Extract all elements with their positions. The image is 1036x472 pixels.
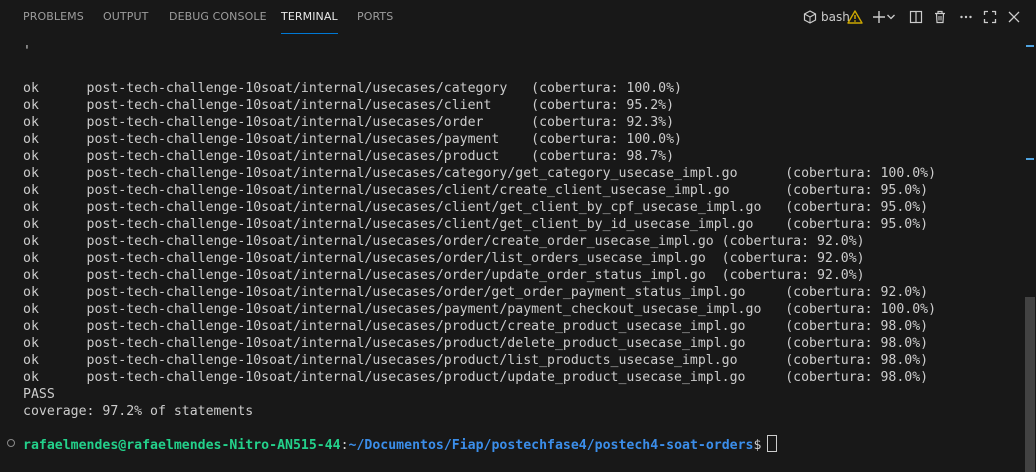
terminal-line: PASS bbox=[23, 387, 55, 402]
scrollbar-marker bbox=[1026, 158, 1034, 160]
terminal-line: ok post-tech-challenge-10soat/internal/u… bbox=[23, 115, 675, 130]
terminal-line: coverage: 97.2% of statements bbox=[23, 404, 254, 419]
tab-problems[interactable]: PROBLEMS bbox=[23, 0, 84, 33]
tab-output[interactable]: OUTPUT bbox=[103, 0, 148, 33]
terminal-line: ok post-tech-challenge-10soat/internal/u… bbox=[23, 353, 929, 368]
terminal-line: ok post-tech-challenge-10soat/internal/u… bbox=[23, 268, 865, 283]
tab-terminal[interactable]: TERMINAL bbox=[281, 0, 338, 34]
tab-ports[interactable]: PORTS bbox=[357, 0, 393, 33]
split-icon[interactable] bbox=[906, 7, 926, 27]
terminal-line: ok post-tech-challenge-10soat/internal/u… bbox=[23, 166, 937, 181]
prompt-user-host: rafaelmendes@rafaelmendes-Nitro-AN515-44 bbox=[23, 438, 341, 453]
terminal-line: ok post-tech-challenge-10soat/internal/u… bbox=[23, 81, 682, 96]
trash-icon[interactable] bbox=[930, 7, 950, 27]
terminal-line: ok post-tech-challenge-10soat/internal/u… bbox=[23, 319, 929, 334]
prompt-separator: : bbox=[340, 438, 349, 453]
terminal-panel: PROBLEMS OUTPUT DEBUG CONSOLE TERMINAL P… bbox=[0, 0, 1036, 472]
terminal-line: ok post-tech-challenge-10soat/internal/u… bbox=[23, 217, 929, 232]
prompt-symbol: $ bbox=[753, 438, 762, 453]
terminal-line: ok post-tech-challenge-10soat/internal/u… bbox=[23, 132, 682, 147]
text-cursor bbox=[767, 435, 778, 452]
scrollbar-thumb[interactable] bbox=[1025, 297, 1035, 472]
warning-icon[interactable] bbox=[845, 7, 865, 27]
terminal-line: ok post-tech-challenge-10soat/internal/u… bbox=[23, 370, 929, 385]
terminal-line: ok post-tech-challenge-10soat/internal/u… bbox=[23, 98, 675, 113]
terminal-line: ok post-tech-challenge-10soat/internal/u… bbox=[23, 200, 929, 215]
terminal-line: ok post-tech-challenge-10soat/internal/u… bbox=[23, 336, 929, 351]
maximize-icon[interactable] bbox=[980, 7, 1000, 27]
terminal-output[interactable]: ' ok post-tech-challenge-10soat/internal… bbox=[0, 35, 1024, 472]
terminal-profile-icon[interactable] bbox=[800, 7, 820, 27]
terminal-line: ok post-tech-challenge-10soat/internal/u… bbox=[23, 234, 865, 249]
terminal-prompt[interactable]: rafaelmendes@rafaelmendes-Nitro-AN515-44… bbox=[23, 435, 778, 453]
terminal-line: ok post-tech-challenge-10soat/internal/u… bbox=[23, 183, 929, 198]
terminal-line: ok post-tech-challenge-10soat/internal/u… bbox=[23, 302, 937, 317]
terminal-line: ok post-tech-challenge-10soat/internal/u… bbox=[23, 251, 865, 266]
close-icon[interactable] bbox=[1004, 7, 1024, 27]
ellipsis-icon[interactable] bbox=[956, 7, 976, 27]
panel-tab-bar: PROBLEMS OUTPUT DEBUG CONSOLE TERMINAL P… bbox=[0, 0, 1036, 35]
terminal-line: ' bbox=[23, 44, 31, 59]
scrollbar-marker bbox=[1026, 45, 1034, 47]
prompt-path: ~/Documentos/Fiap/postechfase4/postech4-… bbox=[348, 438, 754, 453]
chevron-down-icon[interactable] bbox=[884, 7, 898, 27]
terminal-scrollbar[interactable] bbox=[1024, 35, 1036, 472]
tab-debug-console[interactable]: DEBUG CONSOLE bbox=[169, 0, 267, 33]
terminal-line: ok post-tech-challenge-10soat/internal/u… bbox=[23, 285, 929, 300]
terminal-line: ok post-tech-challenge-10soat/internal/u… bbox=[23, 149, 675, 164]
command-decoration-icon[interactable] bbox=[7, 439, 15, 447]
